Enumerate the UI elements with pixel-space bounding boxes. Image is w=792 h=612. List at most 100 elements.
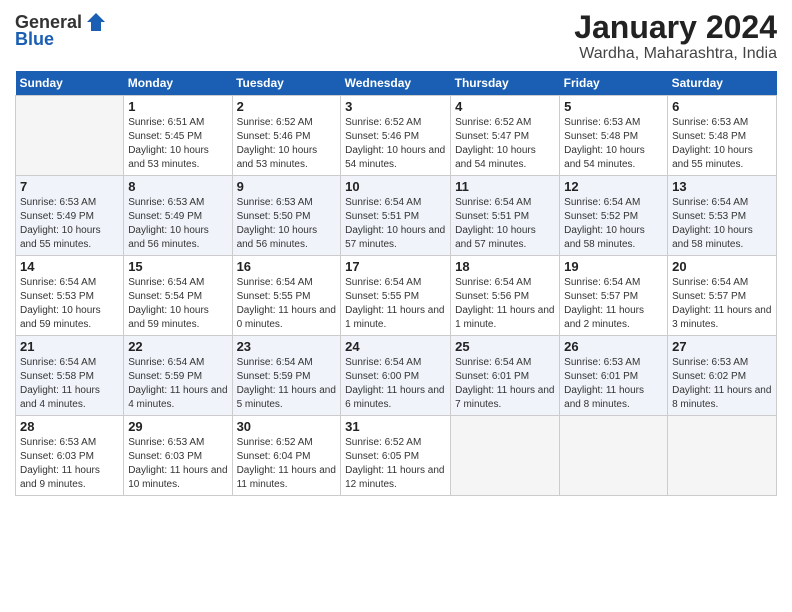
table-row: 22 Sunrise: 6:54 AMSunset: 5:59 PMDaylig… bbox=[124, 336, 232, 416]
day-info: Sunrise: 6:52 AMSunset: 5:47 PMDaylight:… bbox=[455, 117, 536, 170]
day-info: Sunrise: 6:54 AMSunset: 6:01 PMDaylight:… bbox=[455, 357, 554, 410]
calendar-week-5: 28 Sunrise: 6:53 AMSunset: 6:03 PMDaylig… bbox=[16, 416, 777, 496]
header-wednesday: Wednesday bbox=[341, 71, 451, 96]
day-info: Sunrise: 6:53 AMSunset: 5:48 PMDaylight:… bbox=[672, 117, 753, 170]
day-info: Sunrise: 6:54 AMSunset: 5:59 PMDaylight:… bbox=[237, 357, 336, 410]
day-number: 29 bbox=[128, 419, 227, 434]
header-monday: Monday bbox=[124, 71, 232, 96]
table-row: 12 Sunrise: 6:54 AMSunset: 5:52 PMDaylig… bbox=[560, 176, 668, 256]
day-info: Sunrise: 6:54 AMSunset: 5:56 PMDaylight:… bbox=[455, 277, 554, 330]
day-number: 7 bbox=[20, 179, 119, 194]
day-info: Sunrise: 6:53 AMSunset: 6:03 PMDaylight:… bbox=[20, 437, 100, 490]
day-number: 1 bbox=[128, 99, 227, 114]
table-row bbox=[16, 96, 124, 176]
table-row: 27 Sunrise: 6:53 AMSunset: 6:02 PMDaylig… bbox=[668, 336, 777, 416]
day-number: 31 bbox=[345, 419, 446, 434]
table-row: 30 Sunrise: 6:52 AMSunset: 6:04 PMDaylig… bbox=[232, 416, 341, 496]
table-row: 15 Sunrise: 6:54 AMSunset: 5:54 PMDaylig… bbox=[124, 256, 232, 336]
table-row: 29 Sunrise: 6:53 AMSunset: 6:03 PMDaylig… bbox=[124, 416, 232, 496]
day-info: Sunrise: 6:52 AMSunset: 6:04 PMDaylight:… bbox=[237, 437, 336, 490]
table-row: 17 Sunrise: 6:54 AMSunset: 5:55 PMDaylig… bbox=[341, 256, 451, 336]
day-number: 23 bbox=[237, 339, 337, 354]
calendar-table: Sunday Monday Tuesday Wednesday Thursday… bbox=[15, 71, 777, 496]
table-row: 14 Sunrise: 6:54 AMSunset: 5:53 PMDaylig… bbox=[16, 256, 124, 336]
day-info: Sunrise: 6:52 AMSunset: 5:46 PMDaylight:… bbox=[237, 117, 318, 170]
day-info: Sunrise: 6:54 AMSunset: 5:57 PMDaylight:… bbox=[564, 277, 644, 330]
day-info: Sunrise: 6:54 AMSunset: 5:53 PMDaylight:… bbox=[20, 277, 101, 330]
table-row: 7 Sunrise: 6:53 AMSunset: 5:49 PMDayligh… bbox=[16, 176, 124, 256]
day-number: 25 bbox=[455, 339, 555, 354]
day-number: 18 bbox=[455, 259, 555, 274]
table-row bbox=[668, 416, 777, 496]
day-info: Sunrise: 6:54 AMSunset: 5:55 PMDaylight:… bbox=[345, 277, 444, 330]
table-row: 26 Sunrise: 6:53 AMSunset: 6:01 PMDaylig… bbox=[560, 336, 668, 416]
title-block: January 2024 Wardha, Maharashtra, India bbox=[574, 10, 777, 63]
table-row: 8 Sunrise: 6:53 AMSunset: 5:49 PMDayligh… bbox=[124, 176, 232, 256]
header-saturday: Saturday bbox=[668, 71, 777, 96]
table-row: 10 Sunrise: 6:54 AMSunset: 5:51 PMDaylig… bbox=[341, 176, 451, 256]
day-number: 24 bbox=[345, 339, 446, 354]
page-container: General Blue January 2024 Wardha, Mahara… bbox=[0, 0, 792, 506]
day-number: 4 bbox=[455, 99, 555, 114]
calendar-week-1: 1 Sunrise: 6:51 AMSunset: 5:45 PMDayligh… bbox=[16, 96, 777, 176]
day-number: 28 bbox=[20, 419, 119, 434]
day-info: Sunrise: 6:54 AMSunset: 5:58 PMDaylight:… bbox=[20, 357, 100, 410]
day-info: Sunrise: 6:52 AMSunset: 5:46 PMDaylight:… bbox=[345, 117, 445, 170]
logo: General Blue bbox=[15, 10, 108, 50]
day-info: Sunrise: 6:54 AMSunset: 5:57 PMDaylight:… bbox=[672, 277, 771, 330]
day-number: 2 bbox=[237, 99, 337, 114]
day-number: 27 bbox=[672, 339, 772, 354]
table-row bbox=[560, 416, 668, 496]
day-number: 17 bbox=[345, 259, 446, 274]
day-info: Sunrise: 6:53 AMSunset: 5:50 PMDaylight:… bbox=[237, 197, 318, 250]
table-row: 11 Sunrise: 6:54 AMSunset: 5:51 PMDaylig… bbox=[451, 176, 560, 256]
days-header-row: Sunday Monday Tuesday Wednesday Thursday… bbox=[16, 71, 777, 96]
day-info: Sunrise: 6:54 AMSunset: 5:53 PMDaylight:… bbox=[672, 197, 753, 250]
day-info: Sunrise: 6:54 AMSunset: 5:51 PMDaylight:… bbox=[455, 197, 536, 250]
day-info: Sunrise: 6:53 AMSunset: 6:02 PMDaylight:… bbox=[672, 357, 771, 410]
logo-icon bbox=[84, 10, 108, 34]
day-number: 30 bbox=[237, 419, 337, 434]
day-info: Sunrise: 6:52 AMSunset: 6:05 PMDaylight:… bbox=[345, 437, 444, 490]
day-number: 19 bbox=[564, 259, 663, 274]
day-info: Sunrise: 6:53 AMSunset: 5:49 PMDaylight:… bbox=[20, 197, 101, 250]
table-row: 21 Sunrise: 6:54 AMSunset: 5:58 PMDaylig… bbox=[16, 336, 124, 416]
day-info: Sunrise: 6:53 AMSunset: 5:49 PMDaylight:… bbox=[128, 197, 209, 250]
location: Wardha, Maharashtra, India bbox=[574, 45, 777, 63]
day-number: 11 bbox=[455, 179, 555, 194]
day-number: 3 bbox=[345, 99, 446, 114]
day-number: 15 bbox=[128, 259, 227, 274]
day-info: Sunrise: 6:53 AMSunset: 6:01 PMDaylight:… bbox=[564, 357, 644, 410]
calendar-week-2: 7 Sunrise: 6:53 AMSunset: 5:49 PMDayligh… bbox=[16, 176, 777, 256]
table-row: 28 Sunrise: 6:53 AMSunset: 6:03 PMDaylig… bbox=[16, 416, 124, 496]
header-sunday: Sunday bbox=[16, 71, 124, 96]
day-info: Sunrise: 6:51 AMSunset: 5:45 PMDaylight:… bbox=[128, 117, 209, 170]
day-info: Sunrise: 6:53 AMSunset: 6:03 PMDaylight:… bbox=[128, 437, 227, 490]
day-number: 5 bbox=[564, 99, 663, 114]
day-number: 22 bbox=[128, 339, 227, 354]
header: General Blue January 2024 Wardha, Mahara… bbox=[15, 10, 777, 63]
day-number: 9 bbox=[237, 179, 337, 194]
day-number: 14 bbox=[20, 259, 119, 274]
day-number: 21 bbox=[20, 339, 119, 354]
table-row: 13 Sunrise: 6:54 AMSunset: 5:53 PMDaylig… bbox=[668, 176, 777, 256]
table-row: 3 Sunrise: 6:52 AMSunset: 5:46 PMDayligh… bbox=[341, 96, 451, 176]
table-row: 1 Sunrise: 6:51 AMSunset: 5:45 PMDayligh… bbox=[124, 96, 232, 176]
table-row: 9 Sunrise: 6:53 AMSunset: 5:50 PMDayligh… bbox=[232, 176, 341, 256]
day-info: Sunrise: 6:54 AMSunset: 6:00 PMDaylight:… bbox=[345, 357, 444, 410]
calendar-week-4: 21 Sunrise: 6:54 AMSunset: 5:58 PMDaylig… bbox=[16, 336, 777, 416]
calendar-week-3: 14 Sunrise: 6:54 AMSunset: 5:53 PMDaylig… bbox=[16, 256, 777, 336]
header-friday: Friday bbox=[560, 71, 668, 96]
month-title: January 2024 bbox=[574, 10, 777, 45]
day-info: Sunrise: 6:54 AMSunset: 5:54 PMDaylight:… bbox=[128, 277, 209, 330]
day-number: 16 bbox=[237, 259, 337, 274]
header-tuesday: Tuesday bbox=[232, 71, 341, 96]
table-row: 2 Sunrise: 6:52 AMSunset: 5:46 PMDayligh… bbox=[232, 96, 341, 176]
day-number: 13 bbox=[672, 179, 772, 194]
table-row: 20 Sunrise: 6:54 AMSunset: 5:57 PMDaylig… bbox=[668, 256, 777, 336]
day-info: Sunrise: 6:53 AMSunset: 5:48 PMDaylight:… bbox=[564, 117, 645, 170]
day-number: 20 bbox=[672, 259, 772, 274]
table-row: 6 Sunrise: 6:53 AMSunset: 5:48 PMDayligh… bbox=[668, 96, 777, 176]
logo-blue: Blue bbox=[15, 29, 54, 49]
table-row: 31 Sunrise: 6:52 AMSunset: 6:05 PMDaylig… bbox=[341, 416, 451, 496]
